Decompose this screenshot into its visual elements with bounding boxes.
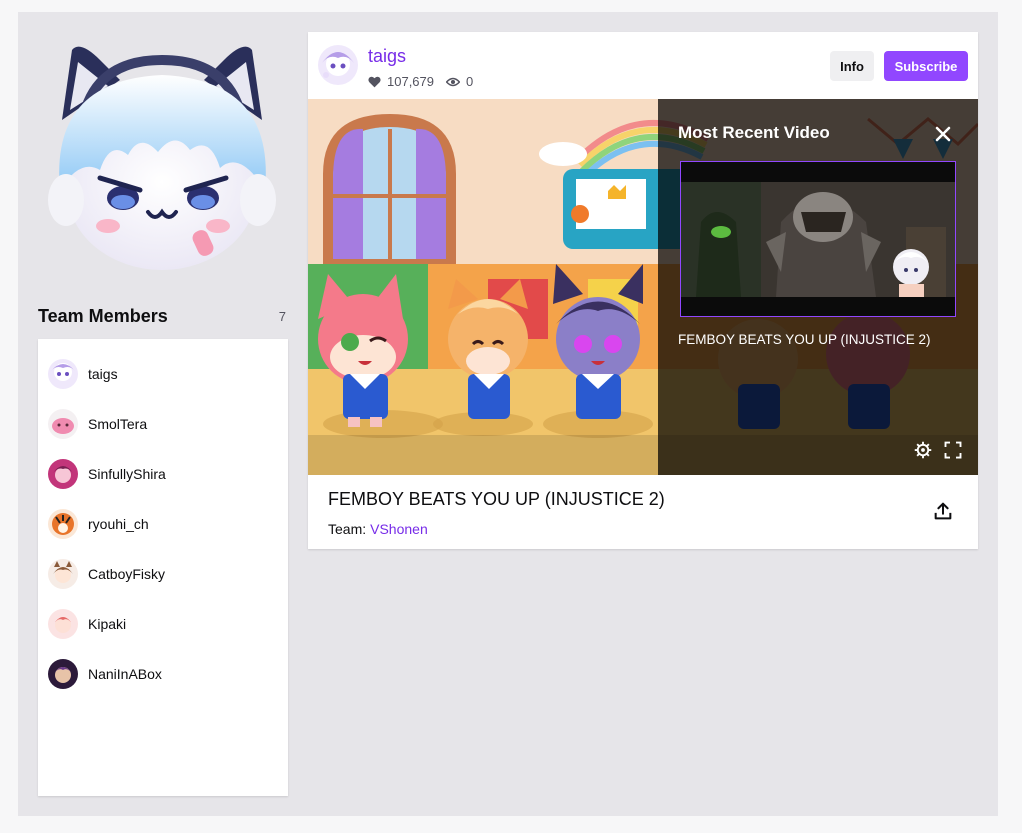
team-members-title: Team Members <box>38 305 168 326</box>
stream-team: Team: VShonen <box>328 521 428 537</box>
recent-video-thumbnail[interactable] <box>680 161 956 317</box>
channel-stats: 107,679 0 <box>368 74 473 89</box>
team-member-sinfullyshira[interactable]: SinfullyShira <box>38 449 288 499</box>
avatar <box>48 609 78 639</box>
recent-video-overlay: Most Recent Video FEMBOY BEATS YOU UP (I… <box>658 99 978 475</box>
avatar <box>48 659 78 689</box>
team-member-catboyfisky[interactable]: CatboyFisky <box>38 549 288 599</box>
avatar <box>48 559 78 589</box>
gear-icon[interactable] <box>914 441 932 459</box>
fullscreen-icon[interactable] <box>944 441 962 459</box>
avatar <box>48 509 78 539</box>
team-member-name: CatboyFisky <box>88 566 166 582</box>
heart-icon <box>368 76 381 87</box>
avatar <box>48 409 78 439</box>
team-member-name: SmolTera <box>88 416 148 432</box>
video-player[interactable]: Most Recent Video FEMBOY BEATS YOU UP (I… <box>308 99 978 475</box>
subscribe-button[interactable]: Subscribe <box>884 51 968 81</box>
team-member-ryouhi-ch[interactable]: ryouhi_ch <box>38 499 288 549</box>
team-member-taigs[interactable]: taigs <box>38 349 288 399</box>
team-member-smoltera[interactable]: SmolTera <box>38 399 288 449</box>
close-icon[interactable] <box>934 125 952 143</box>
stream-title: FEMBOY BEATS YOU UP (INJUSTICE 2) <box>328 489 665 509</box>
team-link[interactable]: VShonen <box>370 521 428 537</box>
followers-count: 107,679 <box>387 74 434 89</box>
team-member-naniinabox[interactable]: NaniInABox <box>38 649 288 699</box>
team-label: Team: <box>328 521 367 537</box>
team-member-name: taigs <box>88 366 118 382</box>
team-member-name: NaniInABox <box>88 666 162 682</box>
team-logo <box>40 40 285 275</box>
channel-header: taigs 107,679 0 Info Subscribe <box>308 32 978 99</box>
team-member-name: ryouhi_ch <box>88 516 149 532</box>
channel-name[interactable]: taigs <box>368 46 406 67</box>
avatar <box>48 459 78 489</box>
eye-icon <box>446 77 460 86</box>
recent-video-title[interactable]: FEMBOY BEATS YOU UP (INJUSTICE 2) <box>678 332 931 347</box>
team-members-header: Team Members 7 <box>38 304 288 328</box>
channel-avatar[interactable] <box>318 45 358 85</box>
overlay-heading: Most Recent Video <box>678 123 830 142</box>
team-member-name: Kipaki <box>88 616 127 632</box>
info-button[interactable]: Info <box>830 51 874 81</box>
team-members-list: taigs SmolTera SinfullyShira ryouhi_ch C… <box>38 339 288 796</box>
team-members-count: 7 <box>278 308 286 324</box>
avatar <box>48 359 78 389</box>
channel-card: taigs 107,679 0 Info Subscribe Most Rece… <box>308 32 978 549</box>
team-member-kipaki[interactable]: Kipaki <box>38 599 288 649</box>
viewers-count: 0 <box>466 74 474 89</box>
team-member-name: SinfullyShira <box>88 466 166 482</box>
share-icon[interactable] <box>932 500 954 522</box>
